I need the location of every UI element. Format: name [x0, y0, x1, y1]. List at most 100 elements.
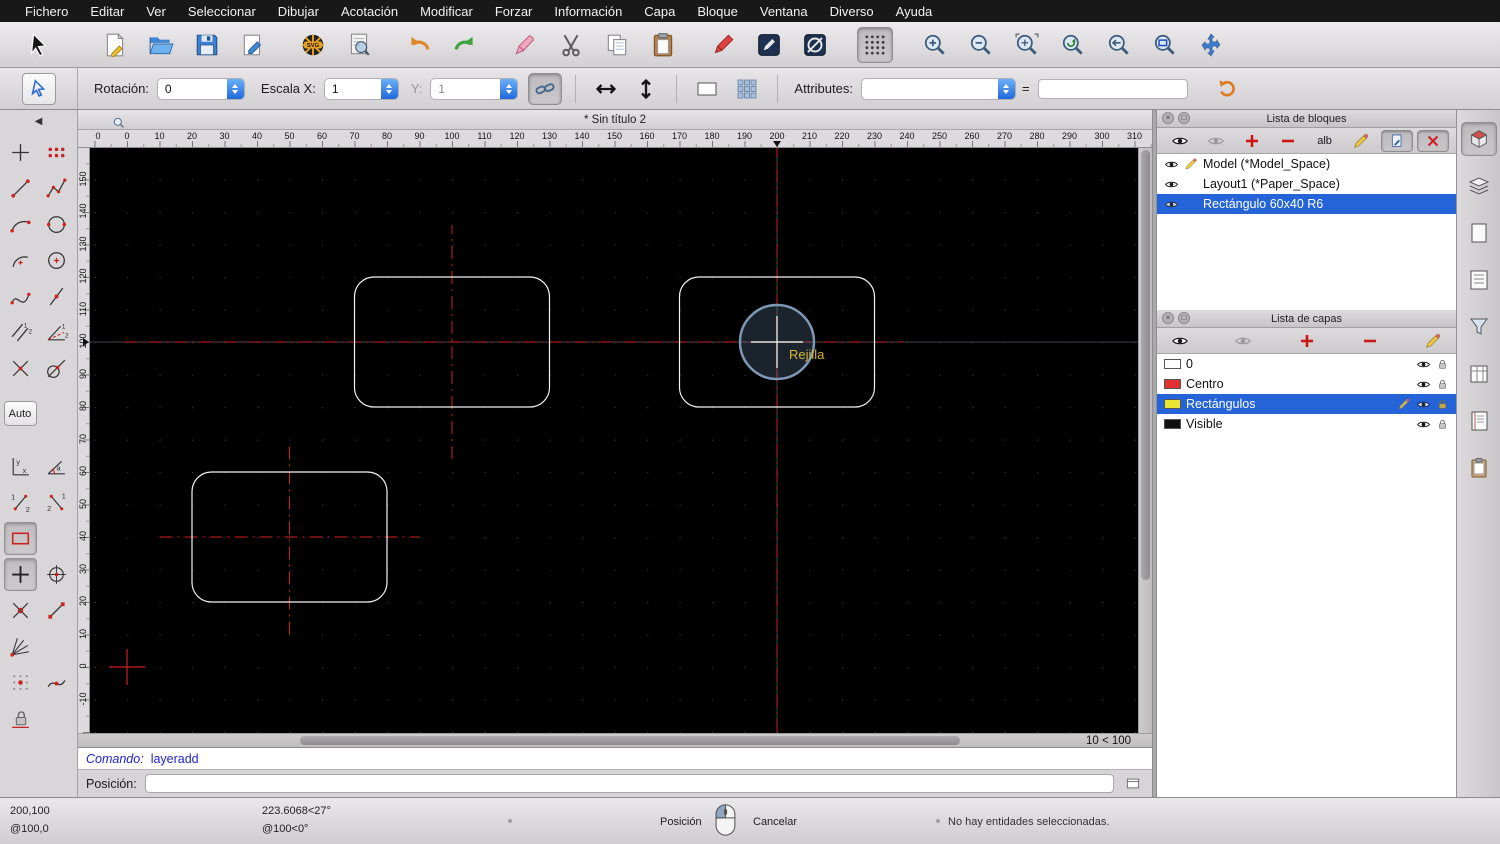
- layer-color-swatch[interactable]: [1164, 379, 1181, 389]
- zoom-redraw-button[interactable]: [1055, 27, 1091, 63]
- layer-list-item[interactable]: Centro: [1157, 374, 1456, 394]
- layer-visibility-eye-icon[interactable]: [1416, 377, 1431, 392]
- polyline-tool-button[interactable]: [40, 172, 73, 205]
- insert-block-button[interactable]: [1380, 129, 1413, 152]
- stepper-icon[interactable]: [226, 78, 244, 99]
- paste-button[interactable]: [645, 27, 681, 63]
- layer-visibility-eye-icon[interactable]: [1416, 357, 1431, 372]
- block-edit-pencil-icon[interactable]: [1184, 157, 1198, 171]
- drawing-canvas[interactable]: Rejilla: [90, 147, 1138, 733]
- page-dock-button[interactable]: [1461, 216, 1497, 250]
- delete-block-button[interactable]: [1416, 129, 1449, 152]
- layer-visibility-eye-icon[interactable]: [1416, 397, 1431, 412]
- block-list-dock-button[interactable]: [1460, 122, 1497, 156]
- tangent-tool-button[interactable]: [40, 352, 73, 385]
- command-line[interactable]: Comando: layeradd: [78, 747, 1152, 769]
- menu-item[interactable]: Acotación: [330, 4, 409, 19]
- panel-float-button[interactable]: □: [1178, 312, 1190, 324]
- spline-tool-button[interactable]: [4, 280, 37, 313]
- line-two-points-tool-button[interactable]: [4, 172, 37, 205]
- layer-list-dock-button[interactable]: [1461, 169, 1497, 203]
- remove-layer-button[interactable]: [1354, 330, 1386, 352]
- parallel-tool-button[interactable]: 12: [4, 316, 37, 349]
- layer-color-swatch[interactable]: [1164, 399, 1181, 409]
- modify-layer-button[interactable]: [1417, 330, 1449, 352]
- construction-mode-button[interactable]: [797, 27, 833, 63]
- angle-tool-button[interactable]: a: [40, 450, 73, 483]
- undo-action-button[interactable]: [1210, 73, 1244, 105]
- print-preview-button[interactable]: [341, 27, 377, 63]
- layer-edit-pencil-icon[interactable]: [1397, 397, 1411, 411]
- layer-lock-icon[interactable]: [1436, 418, 1449, 431]
- attributes-combobox[interactable]: [860, 77, 1016, 100]
- show-all-layers-button[interactable]: [1164, 330, 1196, 352]
- zoom-auto-button[interactable]: [1009, 27, 1045, 63]
- order-21-tool-button[interactable]: 21: [40, 486, 73, 519]
- panel-close-button[interactable]: ×: [1162, 112, 1174, 124]
- position-input[interactable]: [144, 774, 1114, 793]
- snap-endpoint-button[interactable]: [40, 594, 73, 627]
- add-layer-button[interactable]: [1291, 330, 1323, 352]
- snap-grid-button[interactable]: [4, 666, 37, 699]
- menu-item[interactable]: Bloque: [686, 4, 748, 19]
- toolbox-collapse-button[interactable]: ◀: [0, 110, 77, 132]
- vertical-scrollbar[interactable]: [1138, 148, 1152, 733]
- point-tool-button[interactable]: [4, 136, 37, 169]
- bisector-tool-button[interactable]: 12: [40, 316, 73, 349]
- layer-lock-icon[interactable]: [1436, 378, 1449, 391]
- menu-item[interactable]: Información: [543, 4, 633, 19]
- menu-item[interactable]: Ver: [135, 4, 177, 19]
- add-block-button[interactable]: [1236, 130, 1268, 152]
- scale-y-combobox[interactable]: 1: [430, 77, 519, 100]
- block-visibility-eye-icon[interactable]: [1164, 177, 1179, 192]
- tool-options-button[interactable]: [21, 72, 56, 105]
- zoom-in-button[interactable]: [917, 27, 953, 63]
- layer-visibility-eye-icon[interactable]: [1416, 417, 1431, 432]
- command-history-dock-button[interactable]: [1461, 404, 1497, 438]
- entity-list-dock-button[interactable]: [1461, 263, 1497, 297]
- order-12-tool-button[interactable]: 12: [4, 486, 37, 519]
- save-button[interactable]: [189, 27, 225, 63]
- rotation-combobox[interactable]: 0: [156, 77, 245, 100]
- expand-command-button[interactable]: [1122, 775, 1144, 792]
- flip-horizontal-button[interactable]: [589, 73, 623, 105]
- relative-coordinates-tool-button[interactable]: yx: [4, 450, 37, 483]
- panel-float-button[interactable]: □: [1178, 112, 1190, 124]
- clipboard-dock-button[interactable]: [1461, 451, 1497, 485]
- intersection-tool-button[interactable]: [4, 352, 37, 385]
- zoom-window-button[interactable]: [1147, 27, 1183, 63]
- stepper-icon[interactable]: [500, 78, 518, 99]
- attribute-value-input[interactable]: [1037, 78, 1188, 99]
- block-list-item[interactable]: Rectángulo 60x40 R6: [1157, 194, 1456, 214]
- horizontal-scrollbar[interactable]: [90, 734, 1065, 747]
- snap-center-button[interactable]: [40, 558, 73, 591]
- lock-relative-zero-button[interactable]: [4, 702, 37, 735]
- hide-all-blocks-button[interactable]: [1200, 130, 1232, 152]
- menu-item[interactable]: Seleccionar: [177, 4, 267, 19]
- rectangle-tool-button[interactable]: [3, 522, 37, 555]
- panel-close-button[interactable]: ×: [1162, 312, 1174, 324]
- layer-lock-icon[interactable]: [1436, 398, 1449, 411]
- undo-button[interactable]: [401, 27, 437, 63]
- export-svg-button[interactable]: SVG: [295, 27, 331, 63]
- layer-color-swatch[interactable]: [1164, 359, 1181, 369]
- vertical-scrollbar-thumb[interactable]: [1141, 150, 1150, 580]
- edit-entity-button[interactable]: [705, 27, 741, 63]
- block-visibility-eye-icon[interactable]: [1164, 157, 1179, 172]
- new-document-button[interactable]: [97, 27, 133, 63]
- zoom-previous-button[interactable]: [1101, 27, 1137, 63]
- menu-item[interactable]: Modificar: [409, 4, 484, 19]
- menu-item[interactable]: Editar: [79, 4, 135, 19]
- copy-button[interactable]: [599, 27, 635, 63]
- filter-dock-button[interactable]: [1461, 310, 1497, 344]
- block-visibility-eye-icon[interactable]: [1164, 197, 1179, 212]
- cut-button[interactable]: [553, 27, 589, 63]
- auto-snap-button[interactable]: Auto: [3, 401, 37, 426]
- arc-tool-button[interactable]: [4, 208, 37, 241]
- menu-item[interactable]: Ayuda: [885, 4, 944, 19]
- horizontal-scrollbar-thumb[interactable]: [300, 736, 960, 745]
- select-pointer-button[interactable]: [24, 30, 54, 60]
- snap-on-entity-button[interactable]: [40, 666, 73, 699]
- circle-center-tool-button[interactable]: [40, 244, 73, 277]
- menu-item[interactable]: Fichero: [14, 4, 79, 19]
